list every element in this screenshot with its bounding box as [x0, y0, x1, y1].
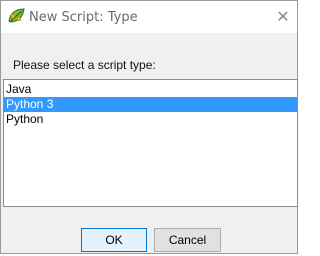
prompt-label: Please select a script type:: [13, 58, 156, 72]
new-script-type-dialog: New Script: Type ✕ Please select a scrip…: [0, 0, 298, 254]
list-item-python-3[interactable]: Python 3: [4, 97, 297, 112]
script-type-list[interactable]: Java Python 3 Python: [3, 79, 298, 207]
list-item-python[interactable]: Python: [4, 112, 297, 127]
cancel-button[interactable]: Cancel: [154, 228, 221, 252]
script-leaf-icon: [7, 7, 27, 25]
window-title: New Script: Type: [29, 10, 138, 25]
ok-button[interactable]: OK: [81, 228, 147, 252]
title-bar[interactable]: New Script: Type ✕: [1, 1, 297, 33]
close-button[interactable]: ✕: [271, 6, 295, 28]
list-item-java[interactable]: Java: [4, 82, 297, 97]
